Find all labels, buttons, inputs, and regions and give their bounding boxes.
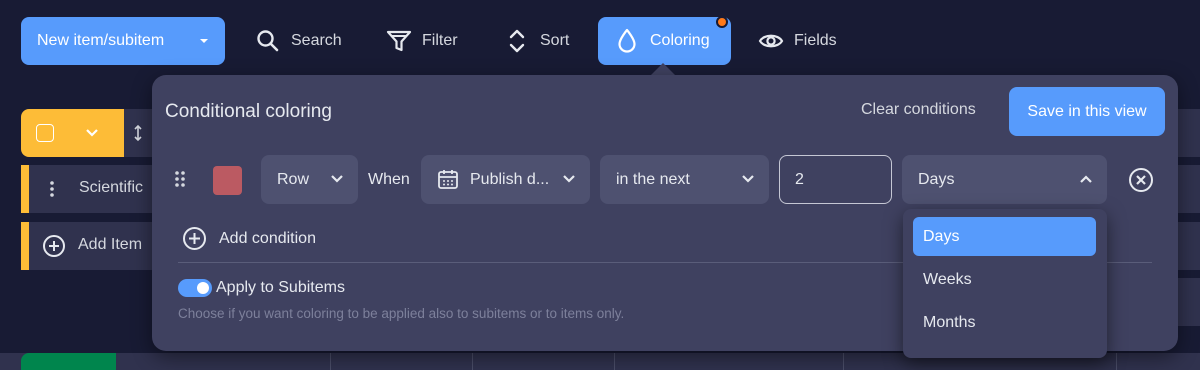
next-group-header	[21, 353, 116, 370]
caret-down-icon[interactable]	[195, 32, 213, 50]
unit-select[interactable]: Days	[902, 155, 1107, 204]
color-picker-swatch[interactable]	[213, 166, 242, 195]
popover-title: Conditional coloring	[165, 101, 332, 122]
filter-label: Filter	[422, 32, 458, 49]
board-cell	[1178, 222, 1200, 270]
new-item-label: New item/subitem	[37, 32, 165, 49]
new-item-button[interactable]: New item/subitem	[21, 17, 225, 65]
add-condition-button[interactable]: Add condition	[182, 226, 316, 251]
drag-handle-icon[interactable]	[172, 170, 188, 188]
search-label: Search	[291, 32, 342, 49]
target-select[interactable]: Row	[261, 155, 358, 204]
item-name: Scientific	[79, 179, 144, 196]
field-select[interactable]: Publish d...	[421, 155, 590, 204]
board-cell	[1178, 165, 1200, 213]
dropdown-option-weeks[interactable]: Weeks	[913, 260, 1096, 299]
chevron-up-icon	[1080, 175, 1092, 183]
add-item-label: Add Item	[78, 236, 143, 253]
fields-button[interactable]: Fields	[758, 17, 837, 65]
sort-label: Sort	[540, 32, 570, 49]
chevron-down-icon[interactable]	[83, 124, 101, 142]
operator-select[interactable]: in the next	[600, 155, 769, 204]
fields-label: Fields	[794, 32, 837, 49]
coloring-button[interactable]: Coloring	[598, 16, 731, 65]
operator-value: in the next	[616, 170, 690, 188]
coloring-label: Coloring	[650, 32, 710, 49]
add-item-row[interactable]: Add Item	[21, 222, 152, 270]
board-cell	[1178, 109, 1200, 157]
column-divider	[330, 353, 331, 370]
chevron-down-icon	[331, 175, 343, 183]
unit-value: Days	[918, 170, 955, 188]
chevron-down-icon	[563, 175, 575, 183]
filter-button[interactable]: Filter	[386, 17, 458, 65]
table-row[interactable]: Scientific	[21, 165, 152, 213]
search-icon	[257, 30, 279, 52]
column-divider	[843, 353, 844, 370]
help-text: Choose if you want coloring to be applie…	[178, 306, 625, 321]
value-input[interactable]: 2	[779, 155, 892, 204]
resize-handle-icon[interactable]	[133, 124, 143, 142]
clear-conditions-button[interactable]: Clear conditions	[861, 101, 976, 119]
when-label: When	[368, 171, 410, 188]
apply-subitems-label: Apply to Subitems	[216, 279, 345, 296]
unit-dropdown-menu: Days Weeks Months	[903, 209, 1107, 358]
select-all-checkbox[interactable]	[36, 124, 54, 142]
dropdown-option-months[interactable]: Months	[913, 303, 1096, 342]
add-circle-icon	[183, 227, 206, 250]
remove-condition-icon[interactable]	[1128, 167, 1154, 193]
sort-button[interactable]: Sort	[504, 17, 569, 65]
filter-icon	[386, 30, 412, 52]
dropdown-option-days[interactable]: Days	[913, 217, 1096, 256]
eye-icon	[758, 34, 784, 48]
more-icon[interactable]	[49, 179, 55, 199]
toolbar: New item/subitem Search Filter Sort Colo…	[0, 0, 1200, 80]
search-button[interactable]: Search	[255, 17, 342, 65]
save-in-view-button[interactable]: Save in this view	[1009, 87, 1165, 136]
field-value: Publish d...	[470, 170, 550, 188]
column-divider	[614, 353, 615, 370]
drop-icon	[618, 28, 636, 53]
notification-dot	[716, 16, 728, 28]
sort-icon	[509, 29, 525, 53]
column-resize-area	[124, 109, 152, 157]
board-cell	[1178, 278, 1200, 326]
add-condition-label: Add condition	[219, 229, 316, 247]
column-divider	[472, 353, 473, 370]
apply-subitems-toggle[interactable]	[178, 279, 212, 297]
calendar-icon	[438, 170, 458, 189]
chevron-down-icon	[742, 175, 754, 183]
column-divider	[1116, 353, 1117, 370]
toggle-knob	[197, 282, 209, 294]
add-circle-icon	[43, 235, 65, 257]
target-value: Row	[277, 170, 310, 188]
